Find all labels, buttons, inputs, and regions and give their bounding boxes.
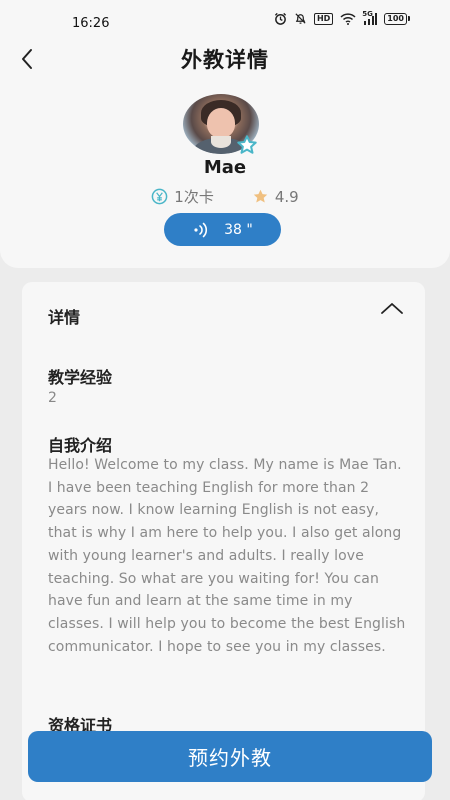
intro-text: Hello! Welcome to my class. My name is M… — [48, 457, 406, 655]
page-title: 外教详情 — [181, 48, 269, 72]
collapse-button[interactable] — [377, 296, 407, 320]
chevron-up-icon — [381, 303, 403, 314]
wifi-icon — [340, 12, 356, 25]
experience-title: 教学经验 — [48, 368, 113, 387]
hd-badge: HD — [313, 12, 334, 25]
audio-duration: 38 " — [224, 221, 253, 238]
status-icons: HD 5G 100 — [274, 9, 410, 25]
battery-icon: 100 — [384, 12, 410, 25]
coin-icon — [151, 188, 168, 205]
battery-level: 100 — [384, 12, 407, 25]
teacher-stats: 1次卡 4.9 — [0, 186, 450, 207]
intro-title: 自我介绍 — [48, 436, 113, 455]
audio-intro-button[interactable]: 38 " — [164, 213, 281, 246]
star-icon — [253, 189, 268, 203]
rating: 4.9 — [252, 186, 299, 207]
sound-wave-icon — [194, 222, 208, 237]
details-header: 详情 — [48, 308, 81, 327]
experience-value: 2 — [48, 390, 57, 406]
details-card: 详情 教学经验 2 自我介绍 Hello! Welcome to my clas… — [22, 282, 425, 800]
book-teacher-button[interactable]: 预约外教 — [28, 731, 432, 782]
network-label: 5G — [362, 9, 373, 18]
alarm-icon — [274, 12, 287, 25]
card-type: 1次卡 — [151, 186, 214, 207]
teacher-name: Mae — [203, 157, 247, 178]
featured-star-icon — [236, 134, 258, 156]
signal-icon: 5G — [362, 9, 378, 25]
status-bar: 16:26 HD 5G 100 — [0, 0, 450, 40]
card-label: 1次卡 — [174, 188, 214, 206]
mute-bell-icon — [294, 12, 307, 25]
status-time: 16:26 — [72, 16, 110, 31]
rating-value: 4.9 — [274, 187, 299, 206]
